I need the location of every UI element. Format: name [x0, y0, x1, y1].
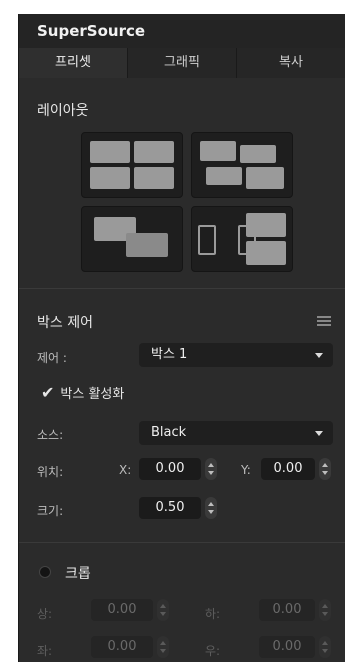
x-position-input[interactable]: 0.00 — [139, 458, 201, 480]
y-label: Y: — [241, 463, 251, 477]
layout-box-icon — [134, 167, 174, 189]
box-control-section-title: 박스 제어 — [37, 315, 93, 331]
crop-bottom-stepper[interactable] — [319, 599, 331, 621]
layout-box-icon — [246, 241, 286, 265]
size-input[interactable]: 0.50 — [139, 497, 201, 519]
x-label: X: — [119, 463, 132, 477]
crop-left-label: 좌: — [37, 644, 53, 658]
tab-graphics[interactable]: 그래픽 — [128, 48, 237, 78]
y-position-input[interactable]: 0.00 — [261, 458, 315, 480]
layout-box-icon — [134, 141, 174, 163]
crop-top-stepper[interactable] — [157, 599, 169, 621]
crop-left-stepper[interactable] — [157, 636, 169, 658]
y-position-stepper[interactable] — [319, 458, 331, 480]
chevron-down-icon — [315, 353, 323, 358]
layout-box-icon — [246, 167, 284, 189]
layout-box-icon — [126, 233, 168, 257]
crop-bottom-input[interactable]: 0.00 — [259, 599, 315, 621]
size-stepper[interactable] — [205, 497, 217, 519]
source-label: 소스: — [37, 428, 64, 442]
layout-preset-quad-button[interactable] — [81, 132, 183, 198]
tab-bar: 프리셋 그래픽 복사 — [19, 48, 345, 78]
layout-box-icon — [206, 167, 242, 185]
layout-box-icon — [200, 141, 236, 161]
supersource-panel: SuperSource 프리셋 그래픽 복사 레이아웃 박스 제어 제어 : 박… — [18, 14, 345, 662]
crop-toggle[interactable] — [39, 566, 51, 578]
x-position-stepper[interactable] — [205, 458, 217, 480]
section-divider — [19, 288, 345, 289]
box-enable-label: 박스 활성화 — [60, 387, 125, 402]
control-label: 제어 : — [37, 351, 67, 365]
position-label: 위치: — [37, 465, 64, 479]
layout-section-title: 레이아웃 — [37, 103, 89, 119]
size-label: 크기: — [37, 504, 64, 518]
menu-icon[interactable] — [317, 316, 331, 326]
layout-preset-overlap-button[interactable] — [81, 206, 183, 272]
control-dropdown-value: 박스 1 — [151, 347, 188, 362]
crop-right-stepper[interactable] — [319, 636, 331, 658]
section-divider — [19, 542, 345, 543]
layout-preset-staggered-button[interactable] — [191, 132, 293, 198]
source-dropdown[interactable]: Black — [139, 421, 333, 445]
tab-copy[interactable]: 복사 — [237, 48, 345, 78]
crop-right-input[interactable]: 0.00 — [259, 636, 315, 658]
crop-section-title: 크롭 — [65, 566, 91, 582]
layout-preset-side-button[interactable] — [191, 206, 293, 272]
check-icon: ✔ — [41, 383, 55, 402]
control-dropdown[interactable]: 박스 1 — [139, 343, 333, 367]
crop-top-input[interactable]: 0.00 — [91, 599, 153, 621]
source-dropdown-value: Black — [151, 425, 187, 440]
layout-outline-box-icon — [198, 225, 216, 255]
chevron-down-icon — [315, 431, 323, 436]
crop-left-input[interactable]: 0.00 — [91, 636, 153, 658]
crop-bottom-label: 하: — [205, 607, 221, 621]
layout-box-icon — [90, 167, 130, 189]
crop-top-label: 상: — [37, 607, 53, 621]
layout-box-icon — [90, 141, 130, 163]
layout-box-icon — [240, 145, 276, 163]
panel-title: SuperSource — [19, 14, 345, 48]
layout-box-icon — [246, 213, 286, 237]
box-enable-checkbox[interactable]: ✔ 박스 활성화 — [41, 383, 124, 402]
crop-right-label: 우: — [205, 644, 221, 658]
tab-presets[interactable]: 프리셋 — [19, 48, 128, 78]
